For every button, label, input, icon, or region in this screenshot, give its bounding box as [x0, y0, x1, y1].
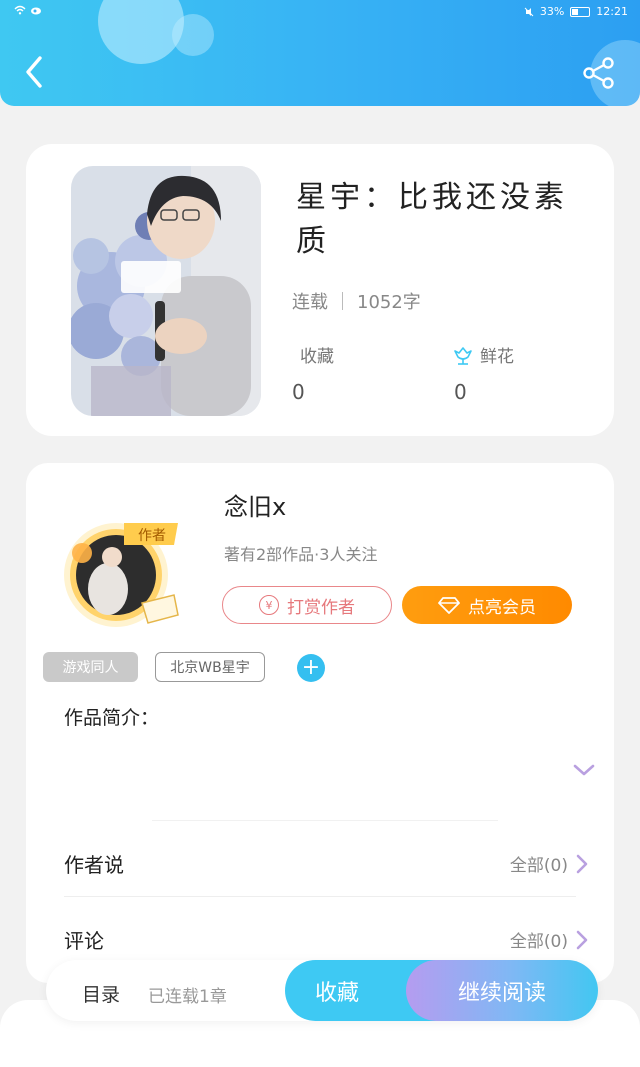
author-badge: 作者 — [138, 528, 166, 544]
divider — [64, 896, 576, 897]
vip-button-label: 点亮会员 — [468, 597, 536, 618]
author-notes-count: 全部(0) — [509, 856, 568, 876]
details-card: 作者 念旧x 著有2部作品·3人关注 ¥ 打赏作者 点亮会员 游戏同人 北京WB… — [26, 463, 614, 983]
tip-author-button[interactable]: ¥ 打赏作者 — [222, 586, 392, 624]
add-tag-button[interactable]: + — [297, 654, 325, 682]
flower-icon — [454, 346, 472, 365]
flowers-label[interactable]: 鲜花 — [452, 342, 514, 367]
diamond-icon — [438, 597, 460, 614]
battery-percent: 33% — [539, 5, 565, 18]
weibo-icon — [31, 7, 41, 15]
vip-button[interactable]: 点亮会员 — [402, 586, 572, 624]
book-info-card: 星宇：比我还没素质 连载 1052字 收藏 0 鲜花 0 — [26, 144, 614, 436]
meta-divider — [342, 292, 343, 310]
author-summary: 著有2部作品·3人关注 — [224, 545, 378, 564]
book-title: 星宇：比我还没素质 — [296, 180, 568, 259]
author-notes-label[interactable]: 作者说 — [64, 849, 124, 878]
comments-link[interactable]: 全部(0) — [510, 927, 588, 952]
author-name[interactable]: 念旧x — [224, 487, 286, 522]
back-arrow-icon[interactable] — [20, 54, 50, 90]
continue-reading-label: 继续阅读 — [457, 980, 546, 1006]
tip-author-label: 打赏作者 — [287, 597, 355, 618]
continue-reading-button[interactable]: 继续阅读 — [406, 960, 598, 1021]
mute-icon — [524, 7, 534, 16]
wifi-icon — [14, 5, 26, 15]
favorites-count: 0 — [292, 380, 305, 404]
tag-chip[interactable]: 游戏同人 — [43, 652, 138, 682]
status-bar: 33% 12:21 — [0, 0, 640, 24]
toc-button[interactable]: 目录 — [82, 980, 120, 1007]
share-icon[interactable] — [582, 56, 616, 90]
favorites-label: 收藏 — [300, 342, 334, 367]
flowers-count: 0 — [454, 380, 467, 404]
comments-label[interactable]: 评论 — [64, 925, 104, 954]
intro-heading: 作品简介： — [64, 707, 160, 729]
book-meta: 连载 1052字 — [292, 288, 421, 314]
yen-icon: ¥ — [259, 595, 279, 615]
chevron-down-icon[interactable] — [572, 762, 596, 778]
cover-illustration — [71, 166, 261, 416]
favorites-label-text: 收藏 — [300, 347, 334, 367]
divider — [152, 820, 498, 821]
chevron-right-icon — [576, 854, 588, 873]
book-cover[interactable] — [71, 166, 261, 416]
comments-count: 全部(0) — [509, 932, 568, 952]
tag-chip[interactable]: 北京WB星宇 — [155, 652, 265, 682]
clock: 12:21 — [596, 5, 628, 18]
serial-status: 连载 — [292, 292, 328, 313]
word-count: 1052字 — [357, 292, 421, 313]
collect-button-label: 收藏 — [315, 980, 360, 1006]
author-avatar[interactable]: 作者 — [56, 511, 186, 629]
chevron-right-icon — [576, 930, 588, 949]
flowers-label-text: 鲜花 — [480, 347, 514, 367]
chapter-status: 已连载1章 — [148, 987, 227, 1007]
top-header: 33% 12:21 — [0, 0, 640, 106]
bottom-action-bar: 目录 已连载1章 收藏 继续阅读 — [46, 960, 598, 1021]
battery-icon — [570, 6, 591, 17]
author-notes-link[interactable]: 全部(0) — [510, 851, 588, 876]
